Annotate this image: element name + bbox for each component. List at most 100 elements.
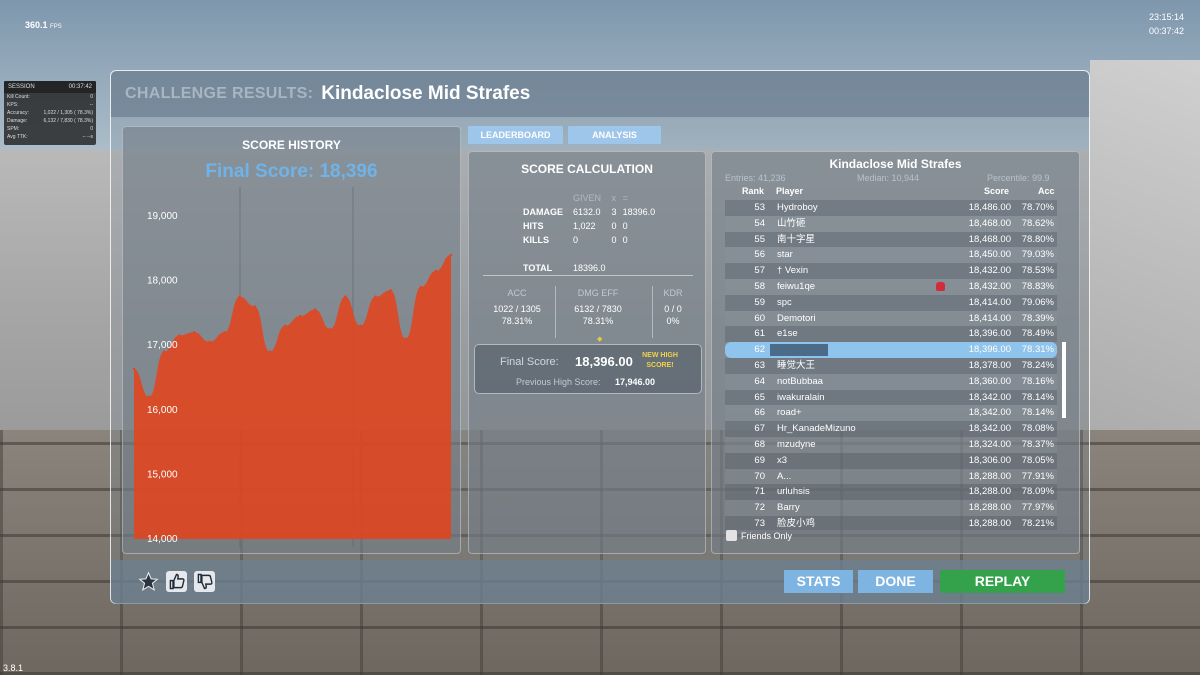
player-cell: urluhsis xyxy=(777,486,810,498)
leaderboard-row[interactable]: 60 Demotori 18,414.00 78.39% xyxy=(725,310,1057,327)
leaderboard-row[interactable]: 53 Hydroboy 18,486.00 78.70% xyxy=(725,200,1057,216)
leaderboard-row[interactable]: 55 南十字星 18,468.00 78.80% xyxy=(725,231,1057,248)
thumbs-down-button[interactable] xyxy=(194,571,215,592)
score-history-chart: 19,000 18,000 17,000 16,000 15,000 14,000 xyxy=(132,187,453,547)
leaderboard-row[interactable]: 73 脸皮小鸡 18,288.00 78.21% xyxy=(725,515,1057,530)
score-cell: 18,396.00 xyxy=(968,344,1011,356)
leaderboard-row[interactable]: 65 iwakuralain 18,342.00 78.14% xyxy=(725,389,1057,406)
rank-cell: 53 xyxy=(754,202,765,213)
tab-leaderboard[interactable]: LEADERBOARD xyxy=(468,126,563,144)
calc-head-given: GIVEN xyxy=(573,193,602,203)
score-calc-table: GIVEN x = DAMAGE 6132.0 3 18396.0 HITS 1… xyxy=(519,190,659,276)
leaderboard-row[interactable]: 68 mzudyne 18,324.00 78.37% xyxy=(725,436,1057,453)
session-row-label: Accuracy: xyxy=(7,110,29,116)
player-cell: Hydroboy xyxy=(777,202,818,213)
player-badge-icon xyxy=(936,281,945,291)
dmg-eff-stat: DMG EFF 6132 / 7830 78.31% xyxy=(561,288,635,327)
leaderboard-row[interactable]: 69 x3 18,306.00 78.05% xyxy=(725,452,1057,469)
player-cell: star xyxy=(777,249,793,261)
player-cell: x3 xyxy=(777,454,788,466)
player-cell: feiwu1qe xyxy=(777,280,816,292)
final-score-box: Final Score: 18,396.00 NEW HIGH SCORE! P… xyxy=(474,344,702,394)
session-row-value: 0 xyxy=(90,126,93,132)
dmg-pct: 78.31% xyxy=(582,316,614,326)
leaderboard-list[interactable]: 53 Hydroboy 18,486.00 78.70% 54 山竹砸 18,468.00 7… xyxy=(725,200,1057,530)
rank-cell: 70 xyxy=(754,470,765,482)
rank-cell: 62 xyxy=(754,344,765,356)
thumbs-down-icon xyxy=(197,573,213,590)
calc-total: 18396.0 xyxy=(622,207,656,217)
acc-cell: 78.14% xyxy=(1021,391,1054,403)
stats-button[interactable]: STATS xyxy=(784,570,853,593)
done-button[interactable]: DONE xyxy=(858,570,933,593)
previous-high-label: Previous High Score: xyxy=(516,377,601,387)
leaderboard-row[interactable]: 63 睡觉大王 18,378.00 78.24% xyxy=(725,357,1057,374)
calc-mult: 0 xyxy=(611,221,617,231)
leaderboard-median: Median: 10,944 xyxy=(857,173,920,183)
calc-given: 1,022 xyxy=(573,221,596,231)
calc-row-hits: HITS 1,022 0 0 xyxy=(521,220,657,232)
player-cell: spc xyxy=(777,296,792,308)
session-row-label: Avg TTK: xyxy=(7,134,28,140)
leaderboard-row[interactable]: 59 spc 18,414.00 79.06% xyxy=(725,294,1057,311)
leaderboard-scrollbar[interactable] xyxy=(1062,342,1066,418)
score-point xyxy=(359,324,362,328)
session-row: SPM: 0 xyxy=(4,125,96,133)
leaderboard-row[interactable]: 67 Hr_KanadeMizuno 18,342.00 78.08% xyxy=(725,421,1057,437)
replay-button[interactable]: REPLAY xyxy=(940,570,1065,593)
acc-cell: 78.31% xyxy=(1021,344,1054,356)
leaderboard-row[interactable]: 61 e1se 18,396.00 78.49% xyxy=(725,326,1057,343)
leaderboard-row[interactable]: 57 † Vexin 18,432.00 78.53% xyxy=(725,263,1057,279)
leaderboard-row[interactable]: 56 star 18,450.00 79.03% xyxy=(725,247,1057,264)
leaderboard-row[interactable]: 72 Barry 18,288.00 77.97% xyxy=(725,500,1057,516)
leaderboard-row[interactable]: 64 notBubbaa 18,360.00 78.16% xyxy=(725,373,1057,390)
friends-only-label: Friends Only xyxy=(741,530,793,541)
score-point xyxy=(329,327,332,331)
score-calculation-panel: SCORE CALCULATION GIVEN x = DAMAGE 6132.… xyxy=(468,151,706,554)
score-cell: 18,414.00 xyxy=(968,296,1011,308)
col-acc-header: Acc xyxy=(1038,186,1055,196)
acc-cell: 78.08% xyxy=(1021,423,1054,435)
diamond-icon: ◆ xyxy=(597,336,603,343)
leaderboard-row[interactable]: 70 A... 18,288.00 77.91% xyxy=(725,468,1057,485)
rank-cell: 61 xyxy=(754,328,765,340)
stat-separator xyxy=(652,286,653,338)
friends-only-toggle[interactable]: Friends Only xyxy=(726,530,792,541)
score-point xyxy=(253,305,256,308)
version-label: 3.8.1 xyxy=(3,663,24,673)
score-point xyxy=(404,337,407,340)
leaderboard-panel: Kindaclose Mid Strafes Entries: 41,236 M… xyxy=(711,151,1080,554)
kdr-head: KDR xyxy=(663,288,683,298)
player-cell: notBubbaa xyxy=(777,375,823,387)
score-point xyxy=(147,395,151,399)
score-cell: 18,432.00 xyxy=(968,265,1011,277)
rank-cell: 55 xyxy=(754,233,765,245)
acc-cell: 78.49% xyxy=(1021,328,1054,340)
leaderboard-row[interactable]: 66 road+ 18,342.00 78.14% xyxy=(725,405,1057,422)
rank-cell: 59 xyxy=(754,296,765,308)
friends-only-checkbox[interactable] xyxy=(726,530,737,541)
leaderboard-row-current-player[interactable]: 62 18,396.00 78.31% xyxy=(725,342,1057,358)
y-tick-label: 15,000 xyxy=(147,469,178,480)
score-point xyxy=(313,308,317,311)
score-cell: 18,468.00 xyxy=(968,217,1011,229)
rank-cell: 73 xyxy=(754,517,765,529)
session-row-value: -- --s xyxy=(82,134,93,140)
session-row: Avg TTK: -- --s xyxy=(4,133,96,141)
tab-analysis[interactable]: ANALYSIS xyxy=(568,126,661,144)
leaderboard-row[interactable]: 71 urluhsis 18,288.00 78.09% xyxy=(725,484,1057,501)
score-cell: 18,378.00 xyxy=(968,359,1011,371)
acc-cell: 77.91% xyxy=(1021,470,1054,482)
leaderboard-row[interactable]: 54 山竹砸 18,468.00 78.62% xyxy=(725,215,1057,232)
calc-mult: 3 xyxy=(611,207,617,217)
session-header: SESSION 00:37:42 xyxy=(4,81,96,93)
right-wall xyxy=(1090,60,1200,480)
calc-label: KILLS xyxy=(523,235,549,245)
favorite-button[interactable] xyxy=(138,571,159,592)
leaderboard-percentile: Percentile: 99.9 xyxy=(987,173,1050,183)
session-row-label: Kill Count: xyxy=(7,94,30,100)
leaderboard-row[interactable]: 58 feiwu1qe 18,432.00 78.83% xyxy=(725,278,1057,295)
y-tick-label: 18,000 xyxy=(147,276,178,287)
col-player-header: Player xyxy=(776,186,804,196)
thumbs-up-button[interactable] xyxy=(166,571,187,592)
